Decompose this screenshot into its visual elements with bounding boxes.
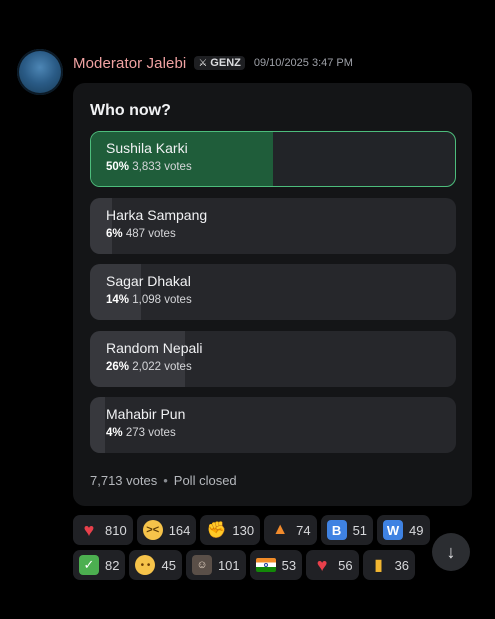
poll-footer: 7,713 votes • Poll closed (90, 473, 237, 488)
answer-name: Sagar Dhakal (106, 273, 191, 289)
poll-question: Who now? (90, 102, 171, 119)
message-header: Moderator Jalebi ⚔ GENZ 09/10/2025 3:47 … (73, 53, 353, 73)
reaction-count: 49 (409, 522, 424, 538)
username[interactable]: Moderator Jalebi (73, 55, 186, 72)
answer-percent: 14% (106, 294, 130, 306)
reaction-chip[interactable]: ♥ 810 (73, 515, 133, 545)
guild-tag[interactable]: ⚔ GENZ (194, 56, 245, 70)
red-heart-icon: ♥ (83, 519, 95, 540)
reaction-chip[interactable]: ✓ 82 (73, 550, 126, 580)
total-votes: 7,713 votes (90, 473, 158, 488)
arrow-down-icon: ↓ (446, 541, 456, 562)
reaction-chip[interactable]: ▲ 74 (264, 515, 317, 545)
poll-card: Who now? Sushila Karki 50% 3,833 votes H… (73, 83, 472, 506)
fist-icon: ✊ (206, 522, 227, 539)
poll-answer[interactable]: Sagar Dhakal 14% 1,098 votes (90, 264, 456, 320)
reaction-count: 101 (217, 557, 240, 573)
poll-answer[interactable]: Sushila Karki 50% 3,833 votes (90, 131, 456, 187)
sword-icon: ⚔ (198, 57, 208, 69)
reaction-chip[interactable]: • • 45 (129, 550, 182, 580)
red-heart-icon: ♥ (316, 554, 328, 575)
answer-name: Harka Sampang (106, 206, 208, 223)
reaction-chip[interactable]: W 49 (377, 515, 430, 545)
check-mark-icon: ✓ (79, 555, 99, 575)
pleading-face-icon: • • (135, 555, 156, 575)
poll-answer[interactable]: Mahabir Pun 4% 273 votes (90, 397, 456, 453)
poll-answer[interactable]: Random Nepali 26% 2,022 votes (90, 330, 456, 387)
reaction-count: 36 (394, 557, 410, 573)
custom-face-emoji-icon: ☺ (191, 555, 212, 575)
answer-name: Random Nepali (106, 339, 203, 356)
beer-mug-icon: ▮ (374, 557, 383, 574)
reaction-count: 53 (281, 557, 297, 573)
poll-answers: Sushila Karki 50% 3,833 votes Harka Samp… (90, 131, 456, 464)
reaction-count: 74 (296, 522, 311, 538)
answer-name: Mahabir Pun (106, 406, 186, 422)
poll-answer[interactable]: Harka Sampang 6% 487 votes (90, 197, 456, 254)
reaction-count: 56 (338, 557, 353, 573)
fire-icon: ▲ (272, 521, 289, 538)
letter-b-icon: B (326, 520, 347, 540)
reaction-count: 164 (168, 522, 191, 538)
reaction-chip[interactable]: >< 164 (136, 515, 197, 545)
answer-name: Sushila Karki (106, 139, 188, 156)
timestamp: 09/10/2025 3:47 PM (253, 57, 353, 69)
reaction-count: 130 (232, 522, 255, 538)
answer-votes: 3,833 votes (132, 160, 192, 173)
separator-dot: • (163, 473, 168, 488)
avatar[interactable] (17, 49, 63, 95)
letter-w-icon: W (383, 520, 404, 540)
vote-bar (90, 397, 105, 453)
reaction-chip[interactable]: ▮ 36 (362, 550, 416, 580)
answer-votes: 2,022 votes (132, 360, 192, 373)
india-flag-icon (255, 558, 276, 572)
reaction-chip[interactable]: ✊ 130 (200, 515, 261, 545)
jump-to-bottom-button[interactable]: ↓ (432, 533, 470, 571)
reactions-bar: ♥ 810 >< 164 ✊ 130 ▲ 74 B 51 W 49 ✓ 82 • • 45 ☺ 1… (73, 515, 473, 585)
reaction-chip[interactable]: 53 (249, 550, 303, 580)
reaction-chip[interactable]: ♥ 56 (306, 550, 359, 580)
poll-status: Poll closed (173, 473, 237, 488)
answer-votes: 1,098 votes (132, 294, 192, 306)
reaction-chip[interactable]: B 51 (320, 515, 374, 545)
answer-percent: 4% (106, 427, 123, 439)
answer-percent: 6% (106, 227, 123, 240)
reaction-count: 51 (352, 522, 368, 538)
guild-tag-label: GENZ (210, 57, 241, 69)
reaction-chip[interactable]: ☺ 101 (185, 550, 246, 580)
reactions-row: ✓ 82 • • 45 ☺ 101 53 ♥ 56 ▮ 36 (73, 550, 473, 580)
weary-face-icon: >< (142, 520, 163, 540)
reaction-count: 45 (161, 557, 176, 573)
answer-percent: 26% (106, 360, 130, 373)
reactions-row: ♥ 810 >< 164 ✊ 130 ▲ 74 B 51 W 49 (73, 515, 473, 545)
reaction-count: 810 (105, 522, 127, 538)
answer-votes: 273 votes (125, 427, 176, 439)
answer-percent: 50% (106, 160, 130, 173)
reaction-count: 82 (105, 557, 120, 573)
answer-votes: 487 votes (125, 227, 176, 240)
